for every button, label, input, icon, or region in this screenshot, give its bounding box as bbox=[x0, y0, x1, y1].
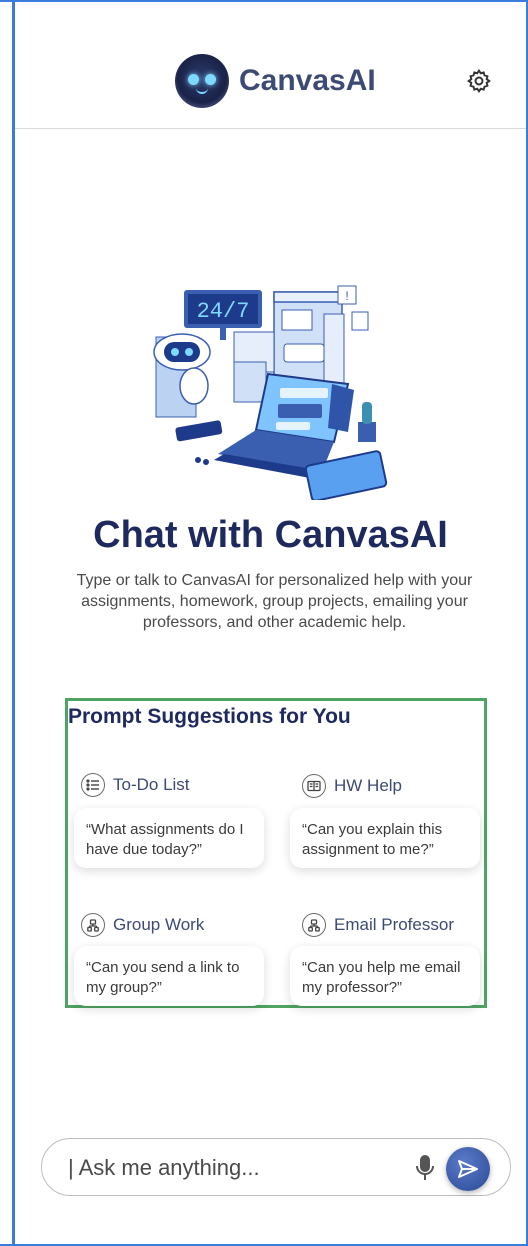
app-header: CanvasAI bbox=[15, 2, 526, 129]
group-icon bbox=[302, 913, 326, 937]
window-frame-left bbox=[12, 0, 15, 1246]
suggestion-card-hw-help[interactable]: “Can you explain this assignment to me?” bbox=[290, 808, 480, 868]
suggestions-heading: Prompt Suggestions for You bbox=[68, 705, 351, 728]
suggestion-label: To-Do List bbox=[113, 775, 190, 794]
app-name: CanvasAI bbox=[239, 64, 376, 97]
gear-icon[interactable] bbox=[466, 68, 492, 94]
book-icon bbox=[302, 774, 326, 798]
suggestion-label: Email Professor bbox=[334, 915, 454, 934]
chat-composer bbox=[41, 1138, 511, 1196]
send-button[interactable] bbox=[446, 1147, 490, 1191]
prompt-suggestions-panel: Prompt Suggestions for You To-Do List “W… bbox=[65, 698, 487, 1008]
hero-illustration: 24/7 ! bbox=[148, 282, 393, 502]
badge-24-7: 24/7 bbox=[197, 299, 250, 324]
robot-logo-icon bbox=[175, 54, 229, 108]
suggestion-label: HW Help bbox=[334, 776, 403, 795]
suggestion-card-email-professor[interactable]: “Can you help me email my professor?” bbox=[290, 946, 480, 1006]
suggestion-card-group-work[interactable]: “Can you send a link to my group?” bbox=[74, 946, 264, 1006]
group-icon bbox=[81, 913, 105, 937]
suggestion-chip-todo[interactable]: To-Do List bbox=[81, 773, 190, 797]
suggestion-chip-hw-help[interactable]: HW Help bbox=[302, 774, 402, 798]
suggestion-chip-email-professor[interactable]: Email Professor bbox=[302, 913, 454, 937]
send-icon bbox=[458, 1160, 478, 1178]
page-title: Chat with CanvasAI bbox=[93, 514, 448, 556]
suggestion-label: Group Work bbox=[113, 915, 205, 934]
suggestion-card-todo[interactable]: “What assignments do I have due today?” bbox=[74, 808, 264, 868]
suggestion-chip-group-work[interactable]: Group Work bbox=[81, 913, 204, 937]
microphone-icon[interactable] bbox=[414, 1154, 436, 1182]
page-subtitle: Type or talk to CanvasAI for personalize… bbox=[76, 572, 473, 631]
brand: CanvasAI bbox=[175, 54, 376, 108]
list-icon bbox=[81, 773, 105, 797]
svg-text:!: ! bbox=[345, 289, 348, 303]
chat-input[interactable] bbox=[68, 1151, 398, 1185]
